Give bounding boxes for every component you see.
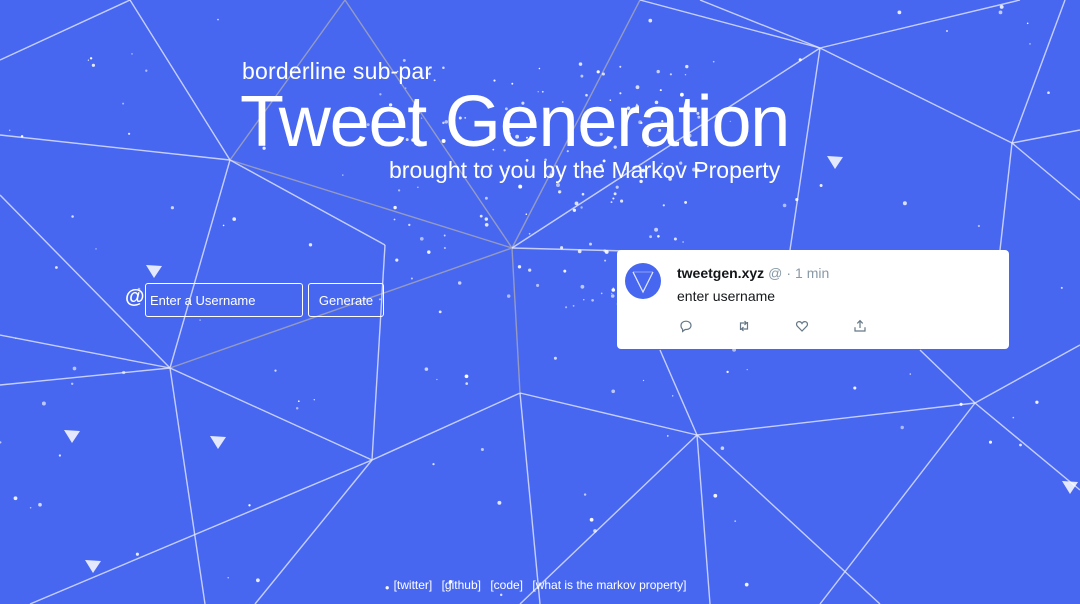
- tweet-text: enter username: [677, 288, 776, 304]
- tweet-separator: ·: [786, 265, 792, 281]
- username-input[interactable]: [145, 283, 303, 317]
- like-icon[interactable]: [795, 319, 811, 335]
- page-background: borderline sub-par Tweet Generation brou…: [0, 0, 1080, 604]
- generate-button[interactable]: Generate: [308, 283, 384, 317]
- footer-link-code[interactable]: [code]: [490, 578, 523, 592]
- tweet-card: tweetgen.xyz @ · 1 min enter username: [617, 250, 1009, 349]
- footer-links: [twitter] [github] [code] [what is the m…: [0, 578, 1080, 592]
- tweet-header: tweetgen.xyz @ · 1 min: [677, 265, 829, 281]
- reply-icon[interactable]: [679, 319, 695, 335]
- tweetgen-logo-icon: [625, 263, 661, 299]
- share-icon[interactable]: [853, 319, 869, 335]
- footer-link-twitter[interactable]: [twitter]: [394, 578, 433, 592]
- tweet-timestamp: 1 min: [795, 265, 830, 281]
- tweet-author-name: tweetgen.xyz: [677, 265, 765, 281]
- footer-link-github[interactable]: [github]: [442, 578, 481, 592]
- footer-link-markov-info[interactable]: [what is the markov property]: [532, 578, 686, 592]
- tweet-handle: @: [768, 265, 783, 281]
- retweet-icon[interactable]: [737, 319, 753, 335]
- page-title: Tweet Generation: [240, 82, 790, 162]
- at-symbol: @: [125, 286, 145, 308]
- hero-tagline: brought to you by the Markov Property: [389, 157, 781, 183]
